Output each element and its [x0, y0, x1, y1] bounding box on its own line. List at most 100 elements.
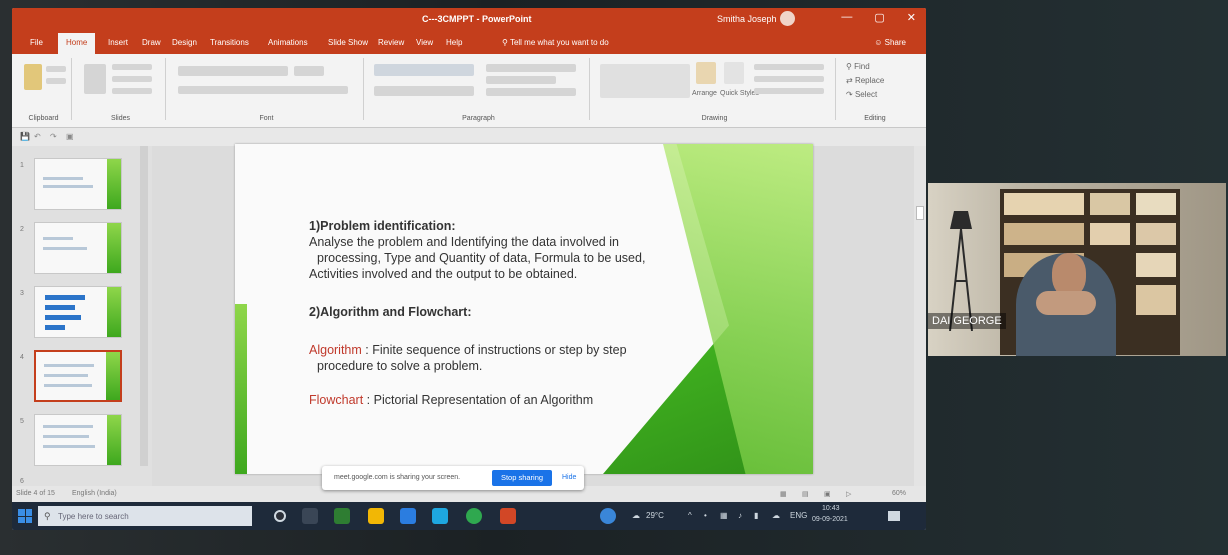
- tab-draw[interactable]: Draw: [142, 38, 161, 47]
- network-icon[interactable]: ▦: [720, 511, 728, 520]
- participant-video[interactable]: DAI GEORGE: [928, 183, 1226, 356]
- normal-view-icon[interactable]: ▦: [780, 490, 787, 498]
- share-button[interactable]: ☺ Share: [874, 38, 906, 47]
- shape-fill-button[interactable]: [754, 64, 824, 70]
- text-direction-button[interactable]: [486, 64, 576, 72]
- minimize-button[interactable]: —: [841, 11, 852, 24]
- slide-thumbnail[interactable]: [34, 222, 122, 274]
- thumb-text: [43, 435, 89, 438]
- search-placeholder: Type here to search: [58, 512, 129, 521]
- book-row: [1136, 193, 1176, 215]
- list-buttons[interactable]: [374, 64, 474, 76]
- tab-view[interactable]: View: [416, 38, 433, 47]
- cut-button[interactable]: [46, 66, 66, 72]
- smartart-button[interactable]: [486, 88, 576, 96]
- maximize-button[interactable]: ▢: [874, 11, 884, 24]
- close-button[interactable]: ✕: [907, 11, 916, 24]
- font-family-select[interactable]: [178, 66, 288, 76]
- vertical-scrollbar[interactable]: [914, 146, 926, 486]
- sorter-view-icon[interactable]: ▤: [802, 490, 809, 498]
- reset-button[interactable]: [112, 76, 152, 82]
- language-indicator[interactable]: English (India): [72, 490, 117, 497]
- current-slide[interactable]: 1)Problem identification: Analyse the pr…: [235, 144, 813, 474]
- windows-start-icon[interactable]: [18, 509, 32, 523]
- copy-button[interactable]: [46, 78, 66, 84]
- chevron-up-icon[interactable]: ^: [688, 511, 692, 520]
- edge-icon[interactable]: [432, 508, 448, 524]
- slide-thumbnail[interactable]: [34, 414, 122, 466]
- tab-insert[interactable]: Insert: [108, 38, 128, 47]
- user-name[interactable]: Smitha Joseph: [717, 14, 777, 24]
- battery-icon[interactable]: ▮: [754, 511, 758, 520]
- notifications-icon[interactable]: [888, 511, 900, 521]
- select-button[interactable]: ↷ Select: [846, 90, 877, 99]
- group-drawing: Arrange Quick Styles Drawing: [594, 58, 836, 122]
- onedrive-icon[interactable]: ☁: [772, 511, 780, 520]
- find-button[interactable]: ⚲ Find: [846, 62, 870, 71]
- section-button[interactable]: [112, 88, 152, 94]
- new-slide-button[interactable]: [84, 64, 106, 94]
- redo-icon[interactable]: ↷: [50, 132, 57, 141]
- quick-styles-button[interactable]: [724, 62, 744, 84]
- app-icon[interactable]: [400, 508, 416, 524]
- slide-thumbnail-selected[interactable]: [34, 350, 122, 402]
- slide-thumbnail[interactable]: [34, 158, 122, 210]
- select-label: Select: [854, 90, 878, 99]
- tab-design[interactable]: Design: [172, 38, 197, 47]
- thumb-number: 1: [20, 162, 24, 169]
- language-indicator[interactable]: ENG: [790, 511, 807, 520]
- align-text-button[interactable]: [486, 76, 556, 84]
- share-label: Share: [884, 38, 906, 47]
- chrome-icon[interactable]: [466, 508, 482, 524]
- tell-me-search[interactable]: ⚲ Tell me what you want to do: [502, 38, 609, 47]
- task-view-icon[interactable]: [302, 508, 318, 524]
- tab-home[interactable]: Home: [58, 33, 96, 54]
- slide-green-decoration: [235, 304, 247, 474]
- arrange-button[interactable]: [696, 62, 716, 84]
- thumb-number: 5: [20, 418, 24, 425]
- present-icon[interactable]: ▣: [66, 132, 74, 141]
- avatar[interactable]: [780, 11, 795, 26]
- tab-slide-show[interactable]: Slide Show: [328, 38, 368, 47]
- shape-outline-button[interactable]: [754, 76, 824, 82]
- save-icon[interactable]: 💾: [20, 132, 30, 141]
- paste-button[interactable]: [24, 64, 42, 90]
- weather-icon[interactable]: ☁: [632, 511, 640, 520]
- powerpoint-icon[interactable]: [500, 508, 516, 524]
- zoom-level[interactable]: 60%: [892, 490, 906, 497]
- tab-transitions[interactable]: Transitions: [210, 38, 249, 47]
- tab-animations[interactable]: Animations: [268, 38, 308, 47]
- stop-sharing-button[interactable]: Stop sharing: [492, 470, 552, 486]
- shape-effects-button[interactable]: [754, 88, 824, 94]
- shapes-gallery[interactable]: [600, 64, 690, 98]
- hide-button[interactable]: Hide: [562, 474, 576, 481]
- clipboard-label: Clipboard: [28, 115, 59, 122]
- tray-icon[interactable]: •: [704, 511, 707, 520]
- tab-help[interactable]: Help: [446, 38, 462, 47]
- book-row: [1004, 193, 1084, 215]
- slide-thumbnail[interactable]: [34, 286, 122, 338]
- window-title: C---3CMPPT - PowerPoint: [422, 14, 532, 24]
- scroll-thumb[interactable]: [916, 206, 924, 220]
- thumbnail-scrollbar[interactable]: [140, 146, 148, 466]
- weather-temp[interactable]: 29°C: [646, 511, 664, 520]
- file-explorer-icon[interactable]: [368, 508, 384, 524]
- cortana-icon[interactable]: [274, 510, 286, 522]
- ribbon: Clipboard Slides Font Paragraph Arrange …: [12, 54, 926, 128]
- layout-button[interactable]: [112, 64, 152, 70]
- slideshow-view-icon[interactable]: ▷: [846, 490, 851, 498]
- reading-view-icon[interactable]: ▣: [824, 490, 831, 498]
- font-format-buttons[interactable]: [178, 86, 348, 94]
- clock-time[interactable]: 10:43: [822, 505, 840, 512]
- taskbar-search-input[interactable]: ⚲ Type here to search: [38, 506, 252, 526]
- alignment-buttons[interactable]: [374, 86, 474, 96]
- undo-icon[interactable]: ↶: [34, 132, 41, 141]
- tab-file[interactable]: File: [30, 38, 43, 47]
- font-size-select[interactable]: [294, 66, 324, 76]
- app-icon[interactable]: [600, 508, 616, 524]
- clock-date[interactable]: 09-09-2021: [812, 516, 848, 523]
- volume-icon[interactable]: ♪: [738, 511, 742, 520]
- replace-button[interactable]: ⇄ Replace: [846, 76, 884, 85]
- tab-review[interactable]: Review: [378, 38, 404, 47]
- app-icon[interactable]: [334, 508, 350, 524]
